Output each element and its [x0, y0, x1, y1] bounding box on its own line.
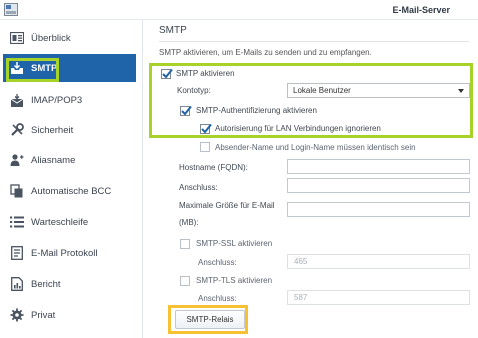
tls-port-value: 587 — [294, 293, 308, 302]
smtp-tls-label: SMTP-TLS aktivieren — [196, 276, 273, 285]
ssl-port-label: Anschluss: — [198, 258, 237, 267]
sidebar-item-label: Warteschleife — [31, 216, 89, 228]
port-input[interactable] — [287, 178, 470, 193]
app-icon — [4, 3, 18, 16]
sidebar-item-label: Automatische BCC — [31, 185, 112, 197]
gear-icon — [9, 307, 25, 323]
report-icon — [9, 276, 25, 292]
sidebar-item-overview[interactable]: Überblick — [3, 24, 136, 52]
smtp-tls-checkbox[interactable] — [180, 276, 190, 286]
hostname-input[interactable] — [287, 159, 470, 174]
envelope-download-icon — [9, 92, 25, 108]
sidebar-item-auto-bcc[interactable]: Automatische BCC — [3, 177, 136, 205]
tls-port-input[interactable]: 587 — [287, 290, 470, 305]
divider — [159, 41, 469, 42]
list-icon — [9, 214, 25, 230]
relay-button-highlight-frame — [168, 305, 248, 334]
sidebar-item-label: Bericht — [31, 278, 61, 290]
smtp-ssl-checkbox[interactable] — [180, 239, 190, 249]
sidebar-item-alias[interactable]: Aliasname — [3, 146, 136, 174]
tools-icon — [9, 122, 25, 138]
sidebar-item-label: IMAP/POP3 — [31, 94, 83, 106]
sidebar-item-imap-pop3[interactable]: IMAP/POP3 — [3, 86, 136, 114]
ssl-port-value: 465 — [294, 257, 308, 266]
max-size-label-unit: (MB): — [179, 218, 199, 227]
copy-icon — [9, 183, 25, 199]
sidebar-item-label: Privat — [31, 309, 56, 321]
smtp-ssl-label: SMTP-SSL aktivieren — [196, 239, 273, 248]
sidebar-item-mail-log[interactable]: E-Mail Protokoll — [3, 239, 136, 267]
smtp-highlight-frame — [6, 58, 59, 82]
window-title: E-Mail-Server — [392, 5, 450, 15]
sender-login-match-checkbox[interactable] — [200, 142, 210, 152]
sidebar-item-report[interactable]: Bericht — [3, 270, 136, 298]
max-size-label: Maximale Größe für E-Mail — [179, 201, 275, 210]
sender-login-match-label: Absender-Name und Login-Name müssen iden… — [215, 143, 416, 152]
sidebar-item-label: Aliasname — [31, 154, 76, 166]
hostname-label: Hostname (FQDN): — [179, 163, 248, 172]
main-panel: SMTP SMTP aktivieren, um E-Mails zu send… — [144, 20, 478, 338]
sidebar-item-label: E-Mail Protokoll — [31, 247, 98, 259]
sidebar-item-private[interactable]: Privat — [3, 301, 136, 329]
smtp-settings-highlight-frame — [149, 63, 473, 138]
log-icon — [9, 245, 25, 261]
tls-port-label: Anschluss: — [198, 294, 237, 303]
page-title: SMTP — [159, 25, 187, 36]
user-alias-icon — [9, 152, 25, 168]
sidebar-item-label: Sicherheit — [31, 124, 74, 136]
overview-icon — [9, 30, 25, 46]
sidebar-item-security[interactable]: Sicherheit — [3, 116, 136, 144]
port-label: Anschluss: — [179, 183, 218, 192]
sidebar-item-queue[interactable]: Warteschleife — [3, 208, 136, 236]
max-size-input[interactable] — [287, 202, 470, 217]
title-bar: E-Mail-Server — [0, 0, 478, 20]
sidebar-item-label: Überblick — [31, 32, 71, 44]
ssl-port-input[interactable]: 465 — [287, 254, 470, 269]
page-description: SMTP aktivieren, um E-Mails zu senden un… — [159, 48, 372, 57]
